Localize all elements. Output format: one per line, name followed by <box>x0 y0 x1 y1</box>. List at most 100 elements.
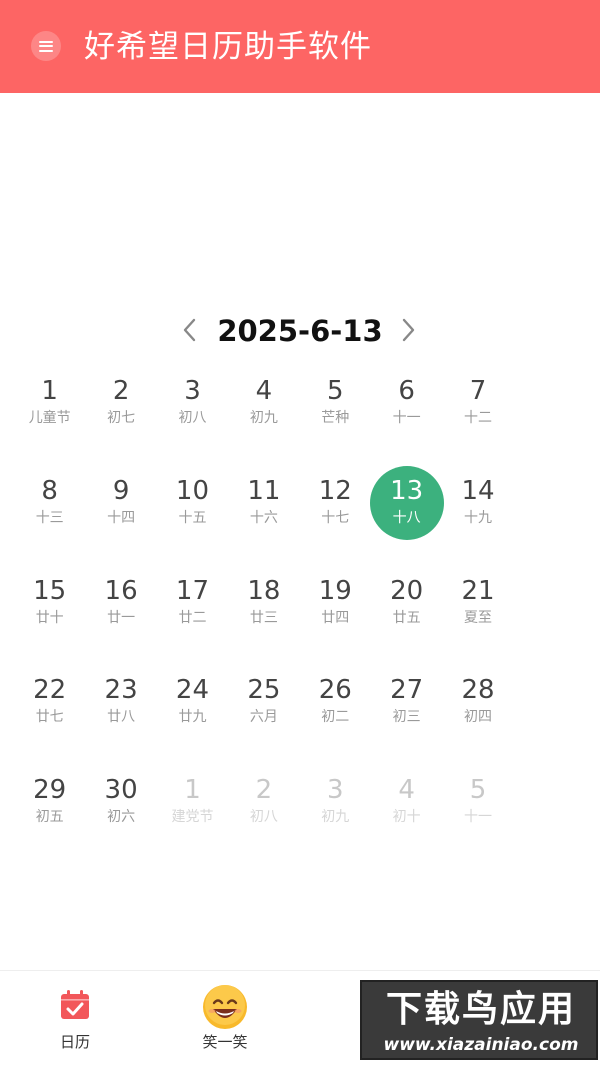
calendar-day[interactable]: 25 六月 <box>228 664 299 764</box>
calendar-day[interactable]: 26 初二 <box>300 664 371 764</box>
day-number: 12 <box>318 475 352 506</box>
lunar-label: 十八 <box>392 509 421 526</box>
day-number: 18 <box>247 575 281 606</box>
watermark-url: www.xiazainiao.com <box>383 1035 579 1055</box>
day-number: 6 <box>398 376 415 406</box>
calendar-day[interactable]: 5 芒种 <box>300 365 371 465</box>
menu-button[interactable] <box>31 31 61 61</box>
lunar-label: 十一 <box>464 809 493 826</box>
day-number: 10 <box>175 475 210 506</box>
watermark-logo: 下载鸟应用 www.xiazainiao.com <box>360 980 598 1060</box>
lunar-label: 廿二 <box>178 609 207 626</box>
calendar-day[interactable]: 1 建党节 <box>157 764 228 864</box>
day-number: 7 <box>469 376 487 406</box>
lunar-label: 十三 <box>35 509 64 526</box>
calendar-day-selected[interactable]: 13 十八 <box>369 465 445 565</box>
calendar-day[interactable]: 3 初八 <box>157 365 228 465</box>
calendar-day[interactable]: 4 初十 <box>371 764 442 864</box>
calendar-day[interactable]: 29 初五 <box>14 764 85 864</box>
day-number: 30 <box>104 775 138 806</box>
lunar-label: 十九 <box>464 509 493 526</box>
day-number: 14 <box>461 475 495 506</box>
day-number: 24 <box>175 675 210 706</box>
day-number: 17 <box>175 575 210 606</box>
menu-icon <box>39 40 53 52</box>
calendar-day[interactable]: 9 十四 <box>85 465 156 565</box>
calendar-day[interactable]: 16 廿一 <box>85 565 156 665</box>
lunar-label: 初二 <box>321 709 350 726</box>
calendar-day[interactable]: 3 初九 <box>300 764 371 864</box>
calendar-day[interactable]: 23 廿八 <box>85 664 156 764</box>
lunar-label: 廿三 <box>249 609 278 626</box>
day-number: 15 <box>33 575 67 606</box>
next-month-button[interactable] <box>393 315 423 345</box>
lunar-label: 六月 <box>249 709 278 726</box>
lunar-label: 芒种 <box>321 410 350 426</box>
calendar-day[interactable]: 1 儿童节 <box>14 365 85 465</box>
nav-item-calendar[interactable]: 日历 <box>0 971 150 1065</box>
day-number: 28 <box>461 675 495 706</box>
calendar-day[interactable]: 15 廿十 <box>14 565 85 665</box>
lunar-label: 初八 <box>249 809 278 826</box>
day-number: 29 <box>33 775 67 806</box>
nav-label-calendar: 日历 <box>59 1033 90 1051</box>
calendar-check-icon <box>61 990 89 1019</box>
day-number: 23 <box>104 675 138 706</box>
calendar-day[interactable]: 19 廿四 <box>300 565 371 665</box>
calendar-day[interactable]: 4 初九 <box>228 365 299 465</box>
day-number: 13 <box>390 475 424 506</box>
calendar-day[interactable]: 30 初六 <box>85 764 156 864</box>
day-number: 22 <box>33 675 67 706</box>
day-number: 21 <box>461 575 495 606</box>
day-number: 3 <box>326 775 344 806</box>
day-number: 2 <box>112 376 130 406</box>
lunar-label: 初十 <box>392 809 421 826</box>
calendar-header: 2025-6-13 <box>0 305 600 355</box>
calendar-day[interactable]: 22 廿七 <box>14 664 85 764</box>
nav-item-joke[interactable]: 笑一笑 <box>150 971 300 1065</box>
lunar-label: 十二 <box>464 410 493 426</box>
lunar-label: 建党节 <box>171 809 214 826</box>
calendar-day[interactable]: 27 初三 <box>371 664 442 764</box>
calendar-grid: 1 儿童节 2 初七 3 初八 4 初九 5 芒种 6 十一 7 十二 8 十三 9 十四 10 十五 11 十六 12 十七… <box>14 365 586 864</box>
calendar-day[interactable]: 2 初八 <box>228 764 299 864</box>
calendar-day[interactable]: 8 十三 <box>14 465 85 565</box>
calendar-day[interactable]: 20 廿五 <box>371 565 442 665</box>
lunar-label: 十一 <box>392 410 421 426</box>
day-number: 1 <box>184 775 201 806</box>
calendar-day[interactable]: 17 廿二 <box>157 565 228 665</box>
watermark-title: 下载鸟应用 <box>385 989 576 1030</box>
chevron-right-icon <box>402 318 415 342</box>
lunar-label: 廿九 <box>178 709 207 726</box>
day-number: 1 <box>41 376 58 406</box>
day-number: 2 <box>255 775 273 806</box>
calendar-day[interactable]: 11 十六 <box>228 465 299 565</box>
day-number: 9 <box>112 475 130 506</box>
lunar-label: 廿五 <box>392 609 421 626</box>
calendar-day[interactable]: 6 十一 <box>371 365 442 465</box>
calendar-day[interactable]: 14 十九 <box>442 465 513 565</box>
day-number: 3 <box>184 376 201 406</box>
calendar-day[interactable]: 2 初七 <box>85 365 156 465</box>
calendar-day[interactable]: 10 十五 <box>157 465 228 565</box>
calendar-day[interactable]: 5 十一 <box>442 764 513 864</box>
lunar-label: 夏至 <box>464 609 493 626</box>
calendar-day[interactable]: 28 初四 <box>442 664 513 764</box>
nav-label-joke: 笑一笑 <box>202 1033 248 1051</box>
day-number: 11 <box>247 475 281 506</box>
day-number: 26 <box>318 675 352 706</box>
calendar-day[interactable]: 18 廿三 <box>228 565 299 665</box>
day-number: 16 <box>104 575 138 606</box>
calendar-day[interactable]: 21 夏至 <box>442 565 513 665</box>
lunar-label: 初四 <box>464 709 493 726</box>
calendar-day[interactable]: 24 廿九 <box>157 664 228 764</box>
lunar-label: 廿一 <box>107 609 136 626</box>
app-bar: 好希望日历助手软件 <box>0 0 600 93</box>
calendar-day[interactable]: 12 十七 <box>300 465 371 565</box>
lunar-label: 廿八 <box>107 709 136 726</box>
day-number: 5 <box>469 775 487 806</box>
lunar-label: 十六 <box>249 509 278 526</box>
lunar-label: 初三 <box>392 709 421 726</box>
calendar-day[interactable]: 7 十二 <box>442 365 513 465</box>
day-number: 4 <box>398 775 415 806</box>
